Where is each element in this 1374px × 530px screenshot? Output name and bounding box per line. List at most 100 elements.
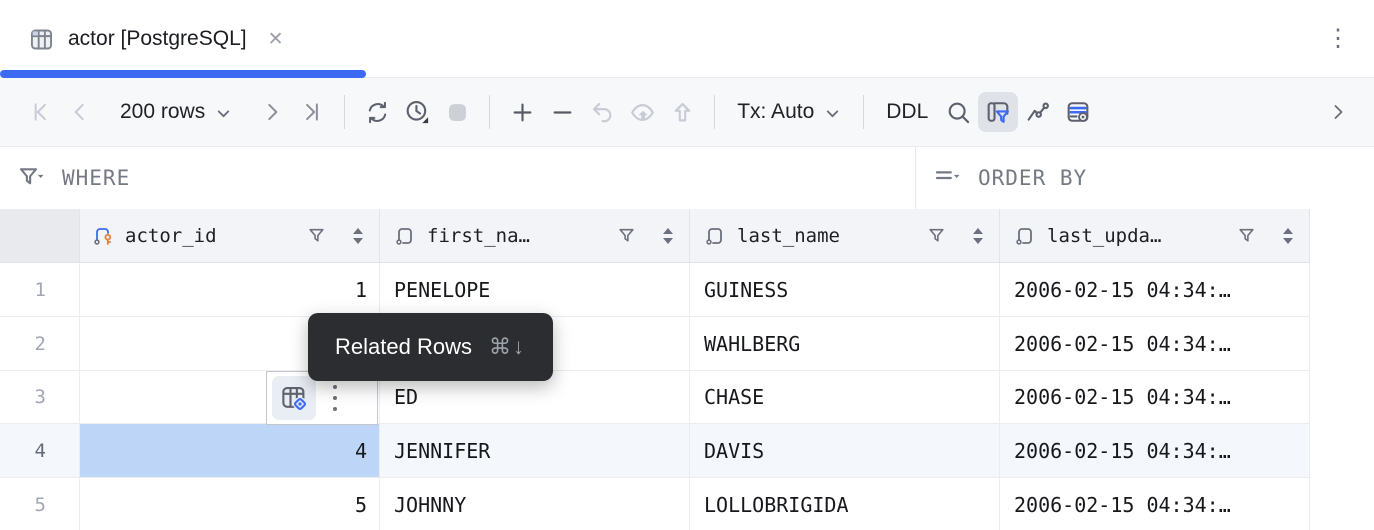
cell-value: 2006-02-15 04:34:… xyxy=(1014,277,1231,302)
last-page-button[interactable] xyxy=(292,92,332,132)
column-name: first_na… xyxy=(427,224,530,247)
row-number: 5 xyxy=(34,493,46,516)
tab-close-icon[interactable]: ✕ xyxy=(268,28,284,51)
revert-changes-button[interactable] xyxy=(582,92,622,132)
cell-last-name[interactable]: DAVIS xyxy=(690,424,1000,478)
active-tab-indicator xyxy=(0,70,366,78)
row-number: 4 xyxy=(34,439,46,462)
cell-value: 2006-02-15 04:34:… xyxy=(1014,331,1231,356)
cell-last-name[interactable]: WAHLBERG xyxy=(690,317,1000,371)
column-header-first-name[interactable]: first_na… xyxy=(380,209,690,263)
cell-last-update[interactable]: 2006-02-15 04:34:… xyxy=(1000,263,1310,317)
tooltip-label: Related Rows xyxy=(335,334,472,359)
transaction-mode-label: Tx: Auto xyxy=(737,100,815,123)
column-name: last_name xyxy=(737,224,840,247)
refresh-button[interactable] xyxy=(357,92,397,132)
filter-bar: WHERE ORDER BY xyxy=(0,147,1374,209)
search-button[interactable] xyxy=(938,92,978,132)
column-sort-icon[interactable] xyxy=(353,227,363,244)
row-number-cell[interactable]: 4 xyxy=(0,424,80,478)
column-name: last_upda… xyxy=(1047,224,1162,247)
cell-value: PENELOPE xyxy=(394,277,491,302)
row-number-cell[interactable]: 3 xyxy=(0,371,80,424)
add-row-button[interactable] xyxy=(502,92,542,132)
table-row: 5 5 JOHNNY LOLLOBRIGIDA 2006-02-15 04:34… xyxy=(0,478,1374,530)
cell-last-name[interactable]: LOLLOBRIGIDA xyxy=(690,478,1000,530)
column-sort-icon[interactable] xyxy=(973,227,983,244)
preview-changes-button[interactable] xyxy=(622,92,662,132)
column-sort-icon[interactable] xyxy=(663,227,673,244)
related-rows-table-icon xyxy=(279,383,309,413)
cell-last-name[interactable]: GUINESS xyxy=(690,263,1000,317)
cell-actor-id-selected[interactable]: 4 xyxy=(80,424,380,478)
where-funnel-icon xyxy=(16,163,46,193)
previous-page-button[interactable] xyxy=(60,92,100,132)
where-label: WHERE xyxy=(62,166,131,190)
cell-last-update[interactable]: 2006-02-15 04:34:… xyxy=(1000,317,1310,371)
delete-row-button[interactable] xyxy=(542,92,582,132)
table-row: 1 1 PENELOPE GUINESS 2006-02-15 04:34:… xyxy=(0,263,1374,317)
grid-filler xyxy=(1310,478,1374,530)
tab-options-kebab-icon[interactable]: ⋮ xyxy=(1326,24,1350,54)
view-options-button[interactable] xyxy=(1058,92,1098,132)
related-rows-tooltip: Related Rows ⌘↓ xyxy=(308,313,553,381)
primary-key-column-icon xyxy=(92,224,116,248)
row-number: 3 xyxy=(34,386,46,408)
cell-value: 1 xyxy=(354,277,367,302)
row-number-cell[interactable]: 5 xyxy=(0,478,80,530)
transaction-mode-dropdown[interactable]: Tx: Auto xyxy=(727,100,851,124)
column-filter-icon[interactable] xyxy=(927,226,946,245)
cell-first-name[interactable]: PENELOPE xyxy=(380,263,690,317)
chevron-down-icon xyxy=(215,105,232,122)
column-filter-icon[interactable] xyxy=(307,226,326,245)
stop-query-button[interactable] xyxy=(437,92,477,132)
cell-value: DAVIS xyxy=(704,438,765,463)
ddl-label: DDL xyxy=(886,100,929,123)
row-number-cell[interactable]: 1 xyxy=(0,263,80,317)
cell-first-name[interactable]: JENNIFER xyxy=(380,424,690,478)
cell-last-update[interactable]: 2006-02-15 04:34:… xyxy=(1000,478,1310,530)
cell-value: LOLLOBRIGIDA xyxy=(704,492,849,517)
cell-value: JENNIFER xyxy=(394,438,491,463)
first-page-button[interactable] xyxy=(20,92,60,132)
where-filter-input[interactable]: WHERE xyxy=(0,147,916,209)
auto-refresh-clock-button[interactable] xyxy=(397,92,437,132)
cell-first-name[interactable]: JOHNNY xyxy=(380,478,690,530)
column-filter-icon[interactable] xyxy=(1237,226,1256,245)
cell-last-update[interactable]: 2006-02-15 04:34:… xyxy=(1000,424,1310,478)
column-header-last-name[interactable]: last_name xyxy=(690,209,1000,263)
column-header-actor-id[interactable]: actor_id xyxy=(80,209,380,263)
related-rows-button[interactable] xyxy=(272,376,316,420)
page-size-dropdown[interactable]: 200 rows xyxy=(110,100,242,124)
cell-last-name[interactable]: CHASE xyxy=(690,371,1000,424)
more-toolbar-chevron-button[interactable] xyxy=(1318,92,1358,132)
row-number: 1 xyxy=(34,278,46,301)
ddl-button[interactable]: DDL xyxy=(876,100,938,124)
column-icon xyxy=(1014,224,1038,248)
next-page-button[interactable] xyxy=(252,92,292,132)
table-row-selected: 4 4 JENNIFER DAVIS 2006-02-15 04:34:… xyxy=(0,424,1374,478)
toolbar-separator xyxy=(489,95,491,129)
tab-actor-postgresql[interactable]: actor [PostgreSQL] ✕ xyxy=(0,0,310,78)
cell-actor-id[interactable]: 5 xyxy=(80,478,380,530)
column-icon xyxy=(704,224,728,248)
column-header-last-update[interactable]: last_upda… xyxy=(1000,209,1310,263)
cell-actor-id[interactable]: 1 xyxy=(80,263,380,317)
submit-changes-button[interactable] xyxy=(662,92,702,132)
order-by-lines-icon xyxy=(932,163,962,193)
cell-menu-kebab-icon[interactable] xyxy=(333,385,337,411)
row-number-cell[interactable]: 2 xyxy=(0,317,80,371)
filter-panel-toggle-button[interactable] xyxy=(978,92,1019,132)
cell-value: WAHLBERG xyxy=(704,331,801,356)
column-sort-icon[interactable] xyxy=(1283,227,1293,244)
cell-last-update[interactable]: 2006-02-15 04:34:… xyxy=(1000,371,1310,424)
toolbar-separator xyxy=(863,95,865,129)
cell-value: GUINESS xyxy=(704,277,789,302)
cell-value: 5 xyxy=(354,492,367,517)
data-editor-window: actor [PostgreSQL] ✕ ⋮ 200 rows Tx: Auto… xyxy=(0,0,1374,530)
column-filter-icon[interactable] xyxy=(617,226,636,245)
chart-view-button[interactable] xyxy=(1018,92,1058,132)
chevron-down-icon xyxy=(824,105,841,122)
tab-bar: actor [PostgreSQL] ✕ ⋮ xyxy=(0,0,1374,78)
order-by-input[interactable]: ORDER BY xyxy=(916,147,1374,209)
